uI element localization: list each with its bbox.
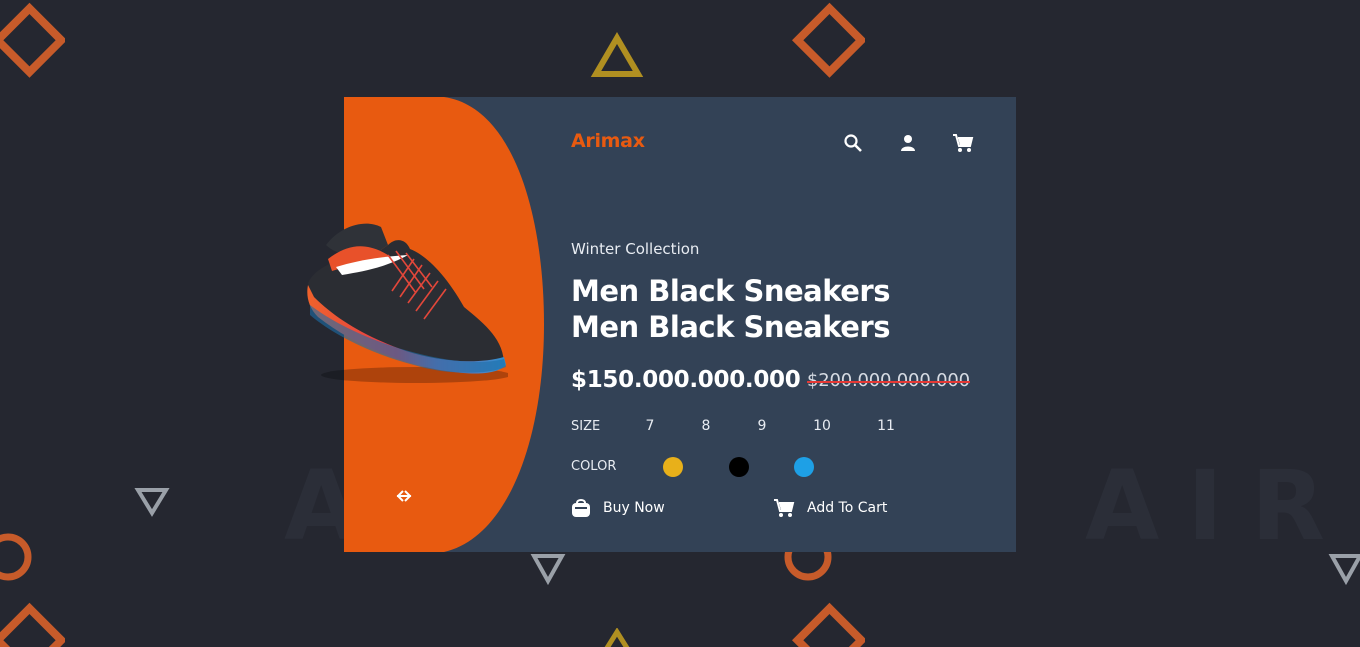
- triangle-shape-yellow-bottom: [604, 628, 630, 647]
- cart-icon: [774, 499, 795, 517]
- color-swatch-yellow[interactable]: [663, 457, 683, 477]
- circle-shape-bottom-left: [0, 533, 32, 581]
- add-to-cart-label: Add To Cart: [807, 500, 888, 516]
- buy-now-button[interactable]: Buy Now: [571, 498, 665, 518]
- add-to-cart-button[interactable]: Add To Cart: [773, 498, 887, 518]
- old-price: $200.000.000.000: [807, 370, 970, 391]
- size-label: SIZE: [571, 419, 601, 434]
- diamond-shape-top-right: [792, 2, 865, 78]
- diamond-shape-bottom-left: [0, 602, 65, 647]
- triangle-shape-yellow-top: [590, 32, 644, 77]
- cart-icon[interactable]: [952, 132, 974, 154]
- arrow-right-icon[interactable]: [397, 490, 454, 508]
- buy-now-label: Buy Now: [603, 500, 665, 516]
- brand-logo[interactable]: Arimax: [571, 130, 645, 152]
- header-icons: [842, 132, 974, 154]
- collection-label: Winter Collection: [571, 240, 700, 258]
- strikethrough-line: [807, 381, 970, 383]
- size-option-10[interactable]: 10: [810, 418, 834, 434]
- triangle-down-shape-right: [1328, 554, 1360, 586]
- sneaker-image: [307, 223, 508, 383]
- search-icon[interactable]: [842, 132, 864, 154]
- color-swatch-black[interactable]: [729, 457, 749, 477]
- triangle-down-shape-center: [530, 554, 566, 586]
- carousel-arrows: [396, 490, 454, 508]
- size-option-9[interactable]: 9: [750, 418, 774, 434]
- size-option-8[interactable]: 8: [694, 418, 718, 434]
- shopping-bag-icon: [572, 499, 590, 517]
- diamond-shape-bottom-right: [792, 602, 865, 647]
- product-title: Men Black Sneakers Men Black Sneakers: [571, 274, 890, 344]
- color-label: COLOR: [571, 459, 617, 474]
- size-option-7[interactable]: 7: [638, 418, 662, 434]
- product-card: Arimax Winter Collection Men Black Sneak…: [307, 97, 1016, 552]
- user-icon[interactable]: [897, 132, 919, 154]
- diamond-shape-top-left: [0, 2, 65, 78]
- color-swatch-blue[interactable]: [794, 457, 814, 477]
- size-option-11[interactable]: 11: [874, 418, 898, 434]
- current-price: $150.000.000.000: [571, 367, 801, 393]
- triangle-down-shape-left: [134, 488, 170, 517]
- watermark-text-right: AIRM: [1085, 450, 1360, 562]
